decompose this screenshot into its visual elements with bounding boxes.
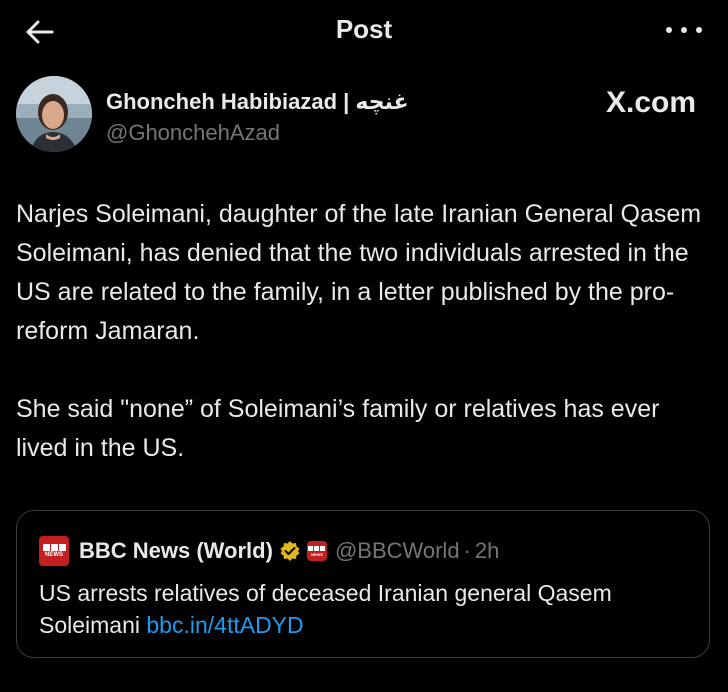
- back-button[interactable]: [22, 14, 58, 50]
- verified-badge-icon: [280, 541, 300, 561]
- post-author: Ghoncheh Habibiazad | غنچه @GhonchehAzad…: [16, 76, 712, 156]
- more-icon: [666, 27, 672, 33]
- quoted-post-link[interactable]: bbc.in/4ttADYD: [146, 612, 303, 638]
- back-arrow-icon: [26, 20, 54, 44]
- post-time[interactable]: 2h: [475, 538, 499, 564]
- post-text: Narjes Soleimani, daughter of the late I…: [16, 195, 716, 468]
- meta-separator: ·: [463, 538, 471, 563]
- quoted-post[interactable]: NEWS BBC News (World) NEWS @BBCWorld · 2…: [16, 510, 710, 658]
- author-display-name[interactable]: Ghoncheh Habibiazad | غنچه: [106, 89, 409, 115]
- top-bar: Post: [0, 0, 728, 64]
- bbc-badge-text: NEWS: [310, 551, 323, 557]
- post-paragraph: Narjes Soleimani, daughter of the late I…: [16, 200, 702, 345]
- quoted-post-header: NEWS BBC News (World) NEWS @BBCWorld · 2…: [39, 535, 499, 567]
- bbc-affiliate-badge: NEWS: [306, 541, 327, 561]
- quoted-post-body: US arrests relatives of deceased Iranian…: [39, 580, 612, 638]
- bbc-news-logo: NEWS: [39, 536, 69, 566]
- page-title: Post: [335, 14, 393, 44]
- quoted-post-text: US arrests relatives of deceased Iranian…: [39, 577, 689, 641]
- avatar-image: [16, 76, 92, 152]
- avatar[interactable]: [16, 76, 92, 152]
- post-paragraph: She said "none” of Soleimani’s family or…: [16, 395, 660, 462]
- more-icon-dot: [696, 27, 702, 33]
- author-handle[interactable]: @GhonchehAzad: [106, 120, 280, 146]
- source-label: X.com: [605, 86, 696, 119]
- quoted-author-handle[interactable]: @BBCWorld: [335, 538, 460, 564]
- bbc-logo-text: NEWS: [45, 551, 63, 558]
- more-icon-dot: [681, 27, 687, 33]
- quoted-author-name[interactable]: BBC News (World): [79, 538, 273, 564]
- more-options-button[interactable]: [666, 19, 702, 41]
